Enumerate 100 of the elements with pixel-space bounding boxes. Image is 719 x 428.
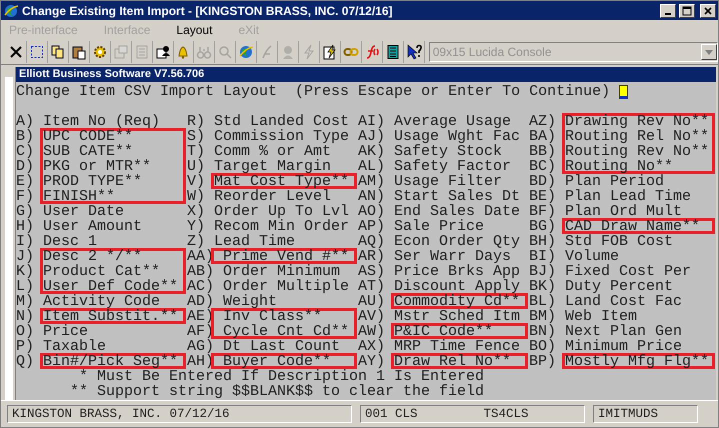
field-label: Usage Wght Fac bbox=[394, 129, 520, 144]
globe-icon bbox=[3, 2, 19, 18]
option-code: AU) bbox=[358, 294, 386, 309]
note-mark: ** bbox=[68, 384, 88, 399]
field-label: User Date bbox=[43, 204, 124, 219]
search-icon bbox=[217, 44, 234, 60]
option-code: AX) bbox=[358, 339, 386, 354]
field-label: Ser Warr Days bbox=[394, 249, 512, 264]
help-pointer-icon bbox=[406, 44, 422, 60]
option-code: AI) bbox=[358, 114, 386, 129]
field-label: User Amount bbox=[43, 219, 142, 234]
option-code: AM) bbox=[358, 174, 386, 189]
option-code: O) bbox=[16, 324, 34, 339]
option-code: AO) bbox=[358, 204, 386, 219]
field-label: Average Usage bbox=[394, 114, 512, 129]
option-code: M) bbox=[16, 294, 34, 309]
option-code: BM) bbox=[529, 309, 556, 324]
option-code: X) bbox=[187, 204, 206, 219]
option-code: BN) bbox=[529, 324, 556, 339]
field-label: Next Plan Gen bbox=[565, 324, 682, 339]
option-code: I) bbox=[16, 234, 34, 249]
option-code: AA) bbox=[187, 249, 214, 264]
status-text: KINGSTON BRASS, INC. 07/12/16 bbox=[12, 407, 230, 421]
field-label: Order Up To Lvl bbox=[214, 204, 350, 219]
option-code: Y) bbox=[187, 219, 206, 234]
option-code: AG) bbox=[187, 339, 214, 354]
option-code: BL) bbox=[529, 294, 556, 309]
close-button[interactable] bbox=[700, 4, 716, 18]
option-code: AH) bbox=[187, 354, 214, 369]
field-label: Minimum Price bbox=[565, 339, 682, 354]
option-code: AK) bbox=[358, 144, 386, 159]
field-label: Sale Price bbox=[394, 219, 484, 234]
option-code: BI) bbox=[529, 249, 556, 264]
minimize-button[interactable] bbox=[660, 4, 676, 18]
maximize-icon bbox=[682, 6, 692, 16]
option-code: AN) bbox=[358, 189, 386, 204]
option-code: B) bbox=[16, 129, 34, 144]
maximize-button[interactable] bbox=[679, 4, 695, 18]
app-title: Elliott Business Software V7.56.706 bbox=[16, 67, 716, 82]
field-label: Lead Time bbox=[214, 234, 296, 249]
option-code: BA) bbox=[529, 129, 556, 144]
field-label: SUB CATE** bbox=[43, 144, 134, 159]
binoculars-icon bbox=[196, 44, 212, 60]
option-code: N) bbox=[16, 309, 34, 324]
field-label: Plan Ord Mult bbox=[565, 204, 682, 219]
field-label: Order Multiple bbox=[223, 279, 350, 294]
field-label: Safety Stock bbox=[394, 144, 502, 159]
copy-icon bbox=[50, 44, 66, 60]
field-label: Price bbox=[43, 324, 88, 339]
field-label: Drawing Rev No** bbox=[565, 114, 710, 129]
field-label: Safety Factor bbox=[394, 159, 512, 174]
field-label: Product Cat** bbox=[43, 264, 160, 279]
field-label: Fixed Cost Per bbox=[565, 264, 692, 279]
field-label: PROD TYPE** bbox=[43, 174, 142, 189]
status-text: 001 CLS bbox=[365, 407, 418, 421]
globe-icon bbox=[238, 44, 254, 60]
note-mark: * bbox=[78, 369, 88, 384]
document-icon bbox=[134, 44, 150, 60]
field-label: Routing Rev No** bbox=[565, 144, 710, 159]
status-text: TS4CLS bbox=[484, 407, 529, 421]
option-code: E) bbox=[16, 174, 34, 189]
menu-item[interactable]: Layout bbox=[176, 23, 212, 37]
option-code: AY) bbox=[358, 354, 386, 369]
field-label: Discount Apply bbox=[394, 279, 520, 294]
field-label: CAD Draw Name** bbox=[565, 219, 700, 234]
option-code: AR) bbox=[358, 249, 386, 264]
field-label: Std Landed Cost bbox=[214, 114, 350, 129]
field-label: Duty Percent bbox=[565, 279, 674, 294]
field-label: Inv Class** bbox=[223, 309, 322, 324]
field-label: Start Sales Dt bbox=[394, 189, 520, 204]
status-text: IMITMUDS bbox=[598, 407, 658, 421]
option-code: BK) bbox=[529, 279, 556, 294]
cursor bbox=[619, 84, 628, 98]
field-label: Bin#/Pick Seg** bbox=[43, 354, 178, 369]
field-label: Mostly Mfg Flg** bbox=[565, 354, 710, 369]
option-code: BB) bbox=[529, 144, 556, 159]
option-code: BC) bbox=[529, 159, 556, 174]
field-label: FINISH** bbox=[43, 189, 116, 204]
paste-icon bbox=[70, 44, 87, 60]
option-code: AW) bbox=[358, 324, 386, 339]
field-label: Activity Code bbox=[43, 294, 160, 309]
properties-icon bbox=[112, 44, 129, 60]
option-code: W) bbox=[187, 189, 206, 204]
field-label: Plan Period bbox=[565, 174, 664, 189]
option-code: BF) bbox=[529, 204, 556, 219]
option-code: K) bbox=[16, 264, 34, 279]
option-code: U) bbox=[187, 159, 206, 174]
option-code: AT) bbox=[358, 279, 386, 294]
option-code: AE) bbox=[187, 309, 214, 324]
option-code: P) bbox=[16, 339, 34, 354]
minimize-icon bbox=[665, 12, 671, 14]
caret-icon bbox=[704, 50, 713, 54]
field-label: Comm % or Amt bbox=[214, 144, 332, 159]
option-code: G) bbox=[16, 204, 34, 219]
option-code: Z) bbox=[187, 234, 206, 249]
field-label: Item Substit.** bbox=[43, 309, 178, 324]
close-icon bbox=[8, 44, 24, 60]
field-label: Volume bbox=[565, 249, 620, 264]
gear-icon bbox=[92, 44, 108, 60]
option-code: AS) bbox=[358, 264, 386, 279]
